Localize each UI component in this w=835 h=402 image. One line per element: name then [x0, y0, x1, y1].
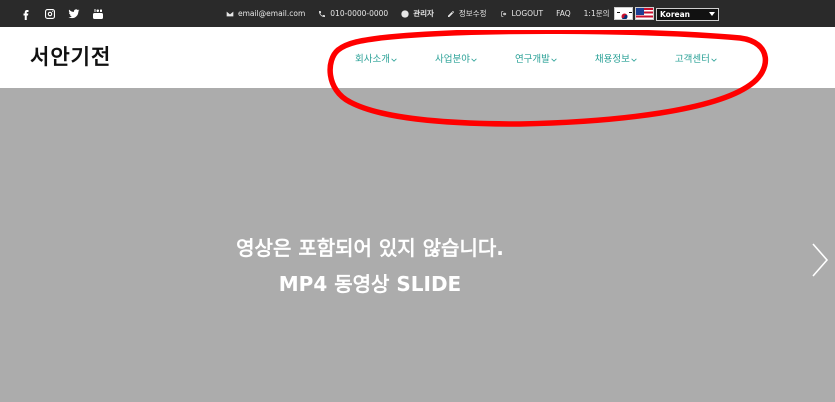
nav-item-company[interactable]: 회사소개	[355, 51, 397, 65]
admin-link[interactable]: 관리자	[401, 8, 434, 19]
faq-link[interactable]: FAQ	[556, 9, 571, 18]
chevron-right-icon	[812, 243, 829, 277]
social-links	[20, 0, 104, 27]
korean-flag-icon[interactable]	[614, 7, 633, 20]
instagram-icon[interactable]	[44, 8, 56, 20]
admin-text: 관리자	[413, 9, 434, 18]
nav-label: 사업분야	[434, 54, 470, 65]
nav-label: 고객센터	[674, 54, 710, 65]
language-flags	[614, 7, 654, 20]
logout-icon	[500, 10, 506, 17]
inquiry-link[interactable]: 1:1문의	[584, 8, 610, 19]
twitter-icon[interactable]	[68, 8, 80, 20]
chevron-down-icon	[391, 55, 397, 62]
envelope-icon	[226, 11, 234, 16]
nav-label: 회사소개	[355, 54, 390, 65]
language-select-value: Korean	[660, 10, 691, 19]
logout-link[interactable]: LOGOUT	[500, 9, 544, 18]
email-link[interactable]: email@email.com	[226, 9, 305, 18]
nav-item-support[interactable]: 고객센터	[675, 51, 717, 65]
phone-text: 010-0000-0000	[330, 9, 389, 18]
site-header: 서안기전 회사소개 사업분야 연구개발 채용정보 고객센터	[0, 27, 835, 88]
hero-subtitle: MP4 동영상 SLIDE	[278, 272, 462, 296]
facebook-icon[interactable]	[20, 8, 32, 20]
hero-title: 영상은 포함되어 있지 않습니다.	[236, 236, 504, 260]
logout-text: LOGOUT	[511, 9, 544, 18]
chevron-down-icon	[709, 12, 715, 16]
youtube-icon[interactable]	[92, 8, 104, 20]
nav-item-careers[interactable]: 채용정보	[595, 51, 637, 65]
user-icon	[401, 9, 409, 18]
us-flag-icon[interactable]	[635, 7, 654, 20]
nav-item-research[interactable]: 연구개발	[515, 51, 557, 65]
hero-slider: 영상은 포함되어 있지 않습니다. MP4 동영상 SLIDE	[0, 88, 835, 402]
nav-label: 연구개발	[514, 54, 550, 65]
phone-link[interactable]: 010-0000-0000	[318, 9, 388, 18]
faq-text: FAQ	[556, 9, 571, 18]
top-bar: email@email.com 010-0000-0000 관리자 정보수정 L…	[0, 0, 835, 27]
chevron-down-icon	[631, 55, 637, 62]
chevron-down-icon	[551, 55, 557, 62]
slider-next-button[interactable]	[810, 241, 830, 279]
site-logo[interactable]: 서안기전	[30, 41, 111, 71]
page: email@email.com 010-0000-0000 관리자 정보수정 L…	[0, 0, 835, 402]
main-nav: 회사소개 사업분야 연구개발 채용정보 고객센터	[355, 51, 755, 65]
nav-item-business[interactable]: 사업분야	[435, 51, 477, 65]
edit-profile-text: 정보수정	[458, 9, 487, 18]
edit-profile-link[interactable]: 정보수정	[447, 8, 487, 19]
phone-icon	[319, 10, 326, 17]
chevron-down-icon	[471, 55, 477, 62]
language-select[interactable]: Korean	[656, 8, 719, 21]
inquiry-text: 1:1문의	[583, 9, 610, 18]
email-text: email@email.com	[238, 9, 306, 18]
edit-icon	[447, 10, 454, 17]
nav-label: 채용정보	[594, 54, 630, 65]
chevron-down-icon	[711, 55, 717, 62]
utility-links: email@email.com 010-0000-0000 관리자 정보수정 L…	[226, 0, 645, 27]
us-flag-canton	[636, 8, 644, 15]
